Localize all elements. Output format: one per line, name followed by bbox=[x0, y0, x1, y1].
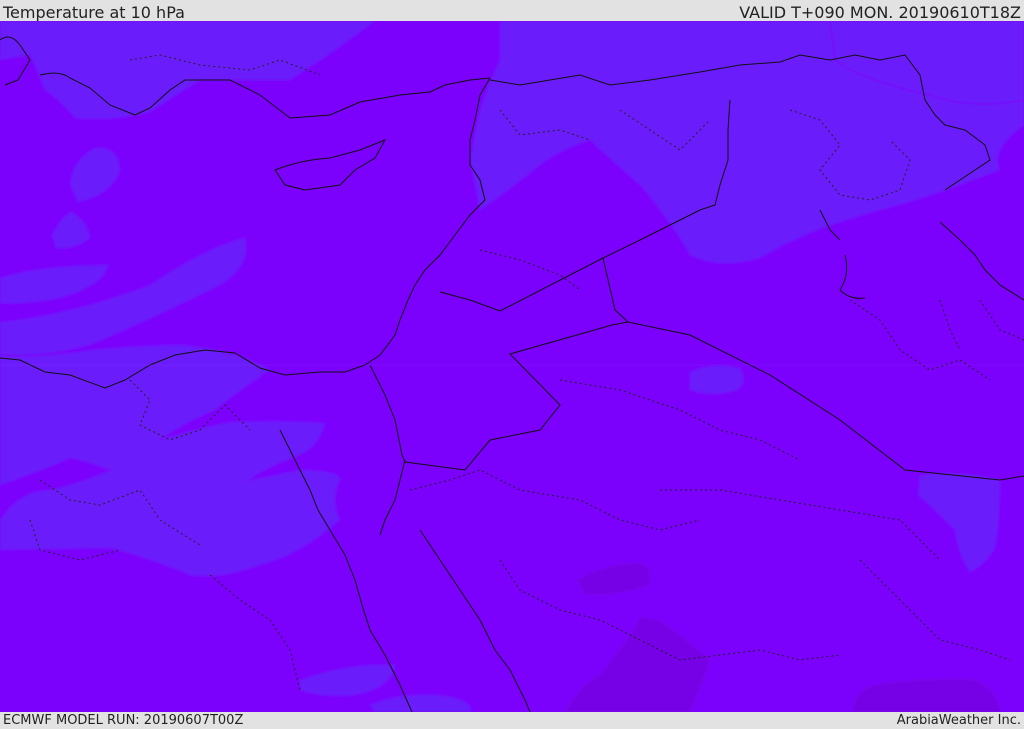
model-run: ECMWF MODEL RUN: 20190607T00Z bbox=[3, 713, 244, 728]
map-title: Temperature at 10 hPa bbox=[3, 3, 185, 22]
cool-blob-iraq bbox=[689, 364, 745, 395]
credit: ArabiaWeather Inc. bbox=[896, 713, 1021, 728]
temperature-map bbox=[0, 21, 1024, 712]
valid-time: VALID T+090 MON. 20190610T18Z bbox=[739, 3, 1021, 22]
map-header: Temperature at 10 hPa VALID T+090 MON. 2… bbox=[0, 0, 1024, 22]
map-footer: ECMWF MODEL RUN: 20190607T00Z ArabiaWeat… bbox=[0, 712, 1024, 729]
warm-region-south-east bbox=[850, 678, 1002, 712]
